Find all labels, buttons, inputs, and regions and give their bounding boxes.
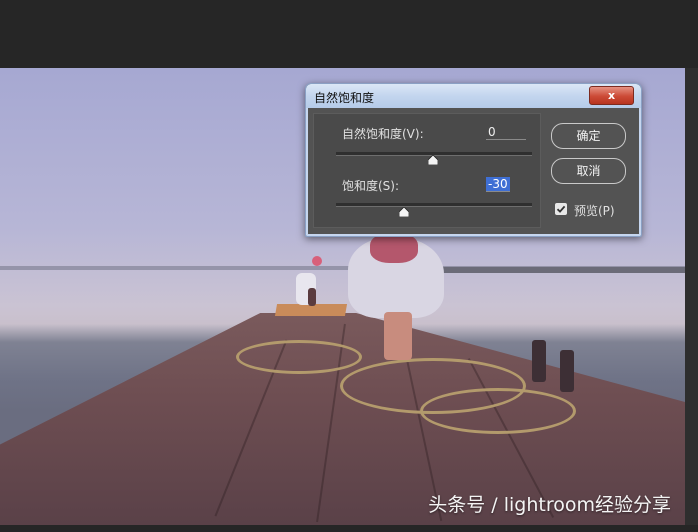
dialog-titlebar[interactable]: 自然饱和度 x (306, 84, 641, 108)
girl-top (370, 233, 418, 263)
cancel-button[interactable]: 取消 (551, 158, 626, 184)
saturation-track[interactable] (336, 203, 532, 207)
rope-coil (236, 340, 362, 374)
close-icon: x (607, 89, 616, 102)
preview-label[interactable]: 预览(P) (574, 202, 615, 219)
vibrance-slider-thumb[interactable] (428, 155, 438, 165)
vibrance-input[interactable]: 0 (486, 125, 526, 140)
saturation-slider-thumb[interactable] (399, 207, 409, 217)
girl-legs (384, 312, 412, 360)
saturation-label: 饱和度(S): (342, 179, 400, 193)
slider-group: 自然饱和度(V): 0 饱和度(S): -30 (313, 113, 541, 228)
mooring-post (532, 340, 546, 382)
far-shore (405, 267, 685, 273)
mooring-post (560, 350, 574, 392)
checkmark-icon (556, 205, 566, 213)
rope-coil (420, 388, 576, 434)
dialog-body: 自然饱和度(V): 0 饱和度(S): -30 确定 取消 预览(P) (311, 110, 636, 232)
watermark: 头条号 / lightroom经验分享 (428, 494, 671, 516)
vase (308, 288, 316, 306)
vibrance-label: 自然饱和度(V): (342, 127, 424, 141)
canvas-edge (685, 68, 698, 525)
saturation-input[interactable]: -30 (486, 177, 510, 192)
dialog-title: 自然饱和度 (314, 91, 375, 105)
preview-checkbox[interactable] (555, 203, 567, 215)
ok-button[interactable]: 确定 (551, 123, 626, 149)
vibrance-dialog: 自然饱和度 x 自然饱和度(V): 0 饱和度(S): -30 确定 取消 预览… (305, 83, 642, 237)
close-button[interactable]: x (589, 86, 634, 105)
flower (312, 256, 322, 266)
